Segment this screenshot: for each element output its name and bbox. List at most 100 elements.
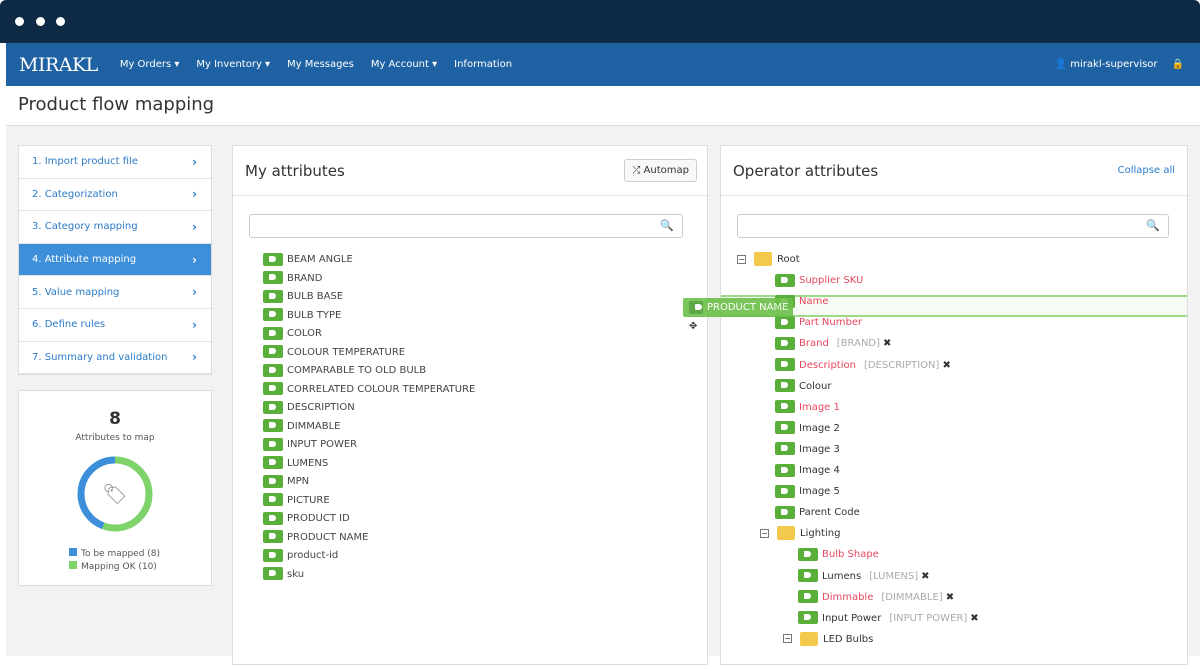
- tree-attribute[interactable]: Brand [BRAND] ✖: [775, 336, 891, 352]
- my-attribute-item[interactable]: sku: [263, 567, 304, 583]
- chevron-right-icon: ›: [192, 219, 197, 234]
- my-attribute-item[interactable]: COLOR: [263, 326, 322, 342]
- step-item[interactable]: 1. Import product file ›: [19, 146, 211, 179]
- lock-icon[interactable]: 🔒: [1172, 59, 1184, 70]
- tree-attribute[interactable]: Bulb Shape: [798, 547, 879, 563]
- node-label: Dimmable: [822, 591, 874, 603]
- my-attribute-item[interactable]: BRAND: [263, 271, 322, 287]
- node-label: Image 3: [799, 443, 840, 455]
- attribute-label: product-id: [287, 550, 339, 561]
- legend-swatch: [69, 561, 77, 569]
- my-attribute-item[interactable]: DIMMABLE: [263, 419, 341, 435]
- my-attribute-item[interactable]: COLOUR TEMPERATURE: [263, 345, 405, 361]
- tree-folder[interactable]: − Root: [737, 252, 800, 268]
- step-label: 7. Summary and validation: [32, 351, 168, 363]
- attributes-count-label: Attributes to map: [75, 433, 155, 443]
- my-attribute-item[interactable]: BEAM ANGLE: [263, 252, 353, 268]
- remove-mapping-icon[interactable]: ✖: [883, 338, 891, 349]
- attribute-label: PRODUCT NAME: [287, 531, 369, 543]
- nav-information[interactable]: Information: [454, 59, 512, 70]
- my-attribute-item[interactable]: DESCRIPTION: [263, 400, 355, 416]
- collapse-icon[interactable]: −: [783, 634, 792, 644]
- folder-icon: [777, 526, 795, 541]
- legend-mapping-ok: Mapping OK (10): [81, 562, 157, 572]
- my-attribute-item[interactable]: INPUT POWER: [263, 437, 357, 453]
- my-attribute-item[interactable]: BULB TYPE: [263, 308, 341, 324]
- my-attribute-item[interactable]: PRODUCT NAME: [263, 530, 368, 546]
- tree-folder[interactable]: − LED Bulbs: [783, 631, 874, 648]
- tree-folder[interactable]: − Lighting: [760, 526, 840, 542]
- mapped-value: [DESCRIPTION]: [863, 359, 940, 371]
- tree-attribute[interactable]: Dimmable [DIMMABLE] ✖: [798, 590, 954, 606]
- operator-attributes-search[interactable]: 🔍: [737, 214, 1169, 238]
- remove-mapping-icon[interactable]: ✖: [946, 592, 954, 603]
- remove-mapping-icon[interactable]: ✖: [942, 360, 950, 371]
- tag-icon: [263, 567, 283, 580]
- chevron-right-icon: ›: [192, 317, 197, 332]
- my-attribute-item[interactable]: MPN: [263, 474, 309, 490]
- my-attributes-search[interactable]: 🔍: [249, 214, 683, 238]
- step-item[interactable]: 7. Summary and validation ›: [19, 342, 211, 375]
- node-label: LED Bulbs: [823, 633, 874, 645]
- user-menu[interactable]: 👤 mirakl-supervisor: [1055, 59, 1158, 70]
- attribute-label: PICTURE: [287, 494, 330, 506]
- tree-attribute[interactable]: Parent Code: [775, 505, 860, 521]
- tag-icon: [263, 289, 283, 303]
- window-dot[interactable]: [15, 17, 24, 26]
- my-attribute-item[interactable]: LUMENS: [263, 456, 328, 472]
- tree-attribute[interactable]: Description [DESCRIPTION] ✖: [775, 358, 951, 374]
- my-attribute-item[interactable]: COMPARABLE TO OLD BULB: [263, 363, 426, 379]
- mapping-donut: 🏷: [77, 456, 153, 532]
- collapse-all-link[interactable]: Collapse all: [1118, 165, 1175, 176]
- step-item[interactable]: 3. Category mapping ›: [19, 211, 211, 244]
- tree-attribute[interactable]: Colour: [775, 379, 831, 395]
- nav-my-inventory[interactable]: My Inventory ▾: [196, 59, 270, 70]
- mapped-value: [INPUT POWER]: [889, 612, 968, 624]
- my-attribute-item[interactable]: PICTURE: [263, 493, 330, 509]
- tree-attribute[interactable]: Image 5: [775, 484, 840, 500]
- window-dot[interactable]: [56, 17, 65, 26]
- my-attribute-item[interactable]: product-id: [263, 548, 338, 564]
- attribute-label: LUMENS: [287, 457, 329, 469]
- tree-attribute[interactable]: Supplier SKU: [775, 273, 863, 289]
- my-attribute-item[interactable]: CORRELATED COLOUR TEMPERATURE: [263, 382, 475, 398]
- tag-icon: [263, 474, 283, 488]
- logo[interactable]: MIRAKL: [19, 54, 98, 76]
- node-label: Image 4: [799, 465, 840, 476]
- my-attribute-item[interactable]: PRODUCT ID: [263, 511, 350, 527]
- tag-icon: [775, 336, 795, 350]
- tree-attribute[interactable]: Image 1: [775, 400, 840, 416]
- tree-attribute[interactable]: Image 2: [775, 421, 840, 437]
- remove-mapping-icon[interactable]: ✖: [921, 571, 929, 582]
- collapse-icon[interactable]: −: [737, 254, 746, 264]
- tag-icon: [263, 419, 283, 432]
- tree-attribute[interactable]: Image 4: [775, 463, 840, 479]
- automap-button[interactable]: ⤮ Automap: [624, 159, 697, 182]
- tree-attribute[interactable]: Part Number: [775, 315, 862, 331]
- tag-icon: [263, 382, 283, 395]
- tree-attribute[interactable]: Image 3: [775, 442, 840, 458]
- dragged-attribute[interactable]: PRODUCT NAME ✥: [683, 298, 793, 332]
- step-item[interactable]: 6. Define rules ›: [19, 309, 211, 342]
- nav-my-orders[interactable]: My Orders ▾: [120, 59, 180, 70]
- move-cursor-icon: ✥: [689, 321, 698, 332]
- attributes-count: 8: [109, 409, 121, 429]
- nav-my-account[interactable]: My Account ▾: [371, 59, 437, 70]
- collapse-icon[interactable]: −: [760, 528, 769, 538]
- tree-attribute[interactable]: Lumens [LUMENS] ✖: [798, 569, 930, 585]
- nav-my-messages[interactable]: My Messages: [287, 59, 354, 70]
- remove-mapping-icon[interactable]: ✖: [970, 613, 978, 624]
- my-attribute-item[interactable]: BULB BASE: [263, 289, 343, 305]
- chevron-right-icon: ›: [192, 350, 197, 365]
- step-label: 2. Categorization: [32, 188, 118, 200]
- tree-attribute[interactable]: Input Power [INPUT POWER] ✖: [798, 611, 979, 627]
- node-label: Image 2: [799, 422, 840, 434]
- tag-icon: [775, 273, 795, 287]
- attribute-label: BRAND: [287, 272, 323, 284]
- my-attributes-title: My attributes: [245, 161, 345, 180]
- step-item[interactable]: 5. Value mapping ›: [19, 276, 211, 309]
- window-dot[interactable]: [36, 17, 45, 26]
- attribute-label: INPUT POWER: [287, 439, 358, 450]
- step-item[interactable]: 4. Attribute mapping ›: [19, 243, 211, 277]
- step-item[interactable]: 2. Categorization ›: [19, 179, 211, 212]
